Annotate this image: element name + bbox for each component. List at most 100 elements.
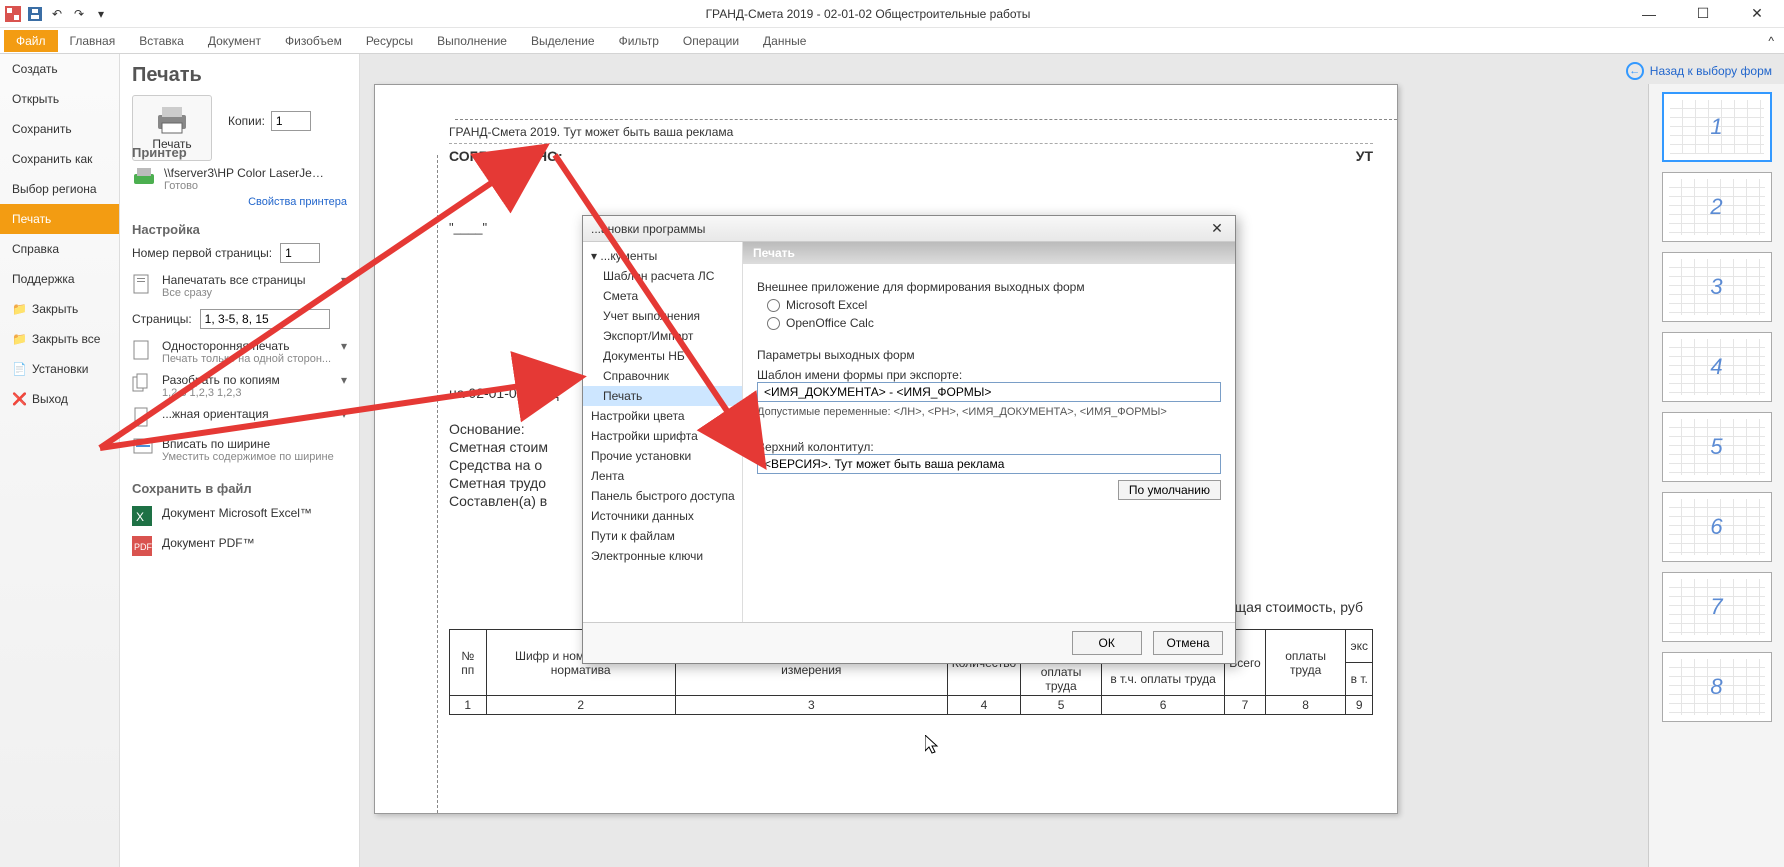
- svg-text:PDF: PDF: [134, 542, 153, 552]
- tree-ref[interactable]: Справочник: [583, 366, 742, 386]
- thumbnails-panel: 1 2 3 4 5 6 7 8: [1648, 84, 1784, 867]
- dialog-tree: ▾ ...кументы Шаблон расчета ЛС Смета Уче…: [583, 242, 743, 622]
- thumbnail-5[interactable]: 5: [1662, 412, 1772, 482]
- maximize-button[interactable]: ☐: [1680, 0, 1726, 28]
- ribbon-tab-execution[interactable]: Выполнение: [425, 30, 519, 52]
- ribbon-tab-operations[interactable]: Операции: [671, 30, 751, 52]
- dialog-footer: ОК Отмена: [583, 622, 1235, 663]
- collate-selector[interactable]: Разобрать по копиям1,2,3 1,2,3 1,2,3 ▾: [132, 369, 347, 403]
- nav-support[interactable]: Поддержка: [0, 264, 119, 294]
- nav-create[interactable]: Создать: [0, 54, 119, 84]
- thumbnail-3[interactable]: 3: [1662, 252, 1772, 322]
- ok-button[interactable]: ОК: [1072, 631, 1142, 655]
- nav-save[interactable]: Сохранить: [0, 114, 119, 144]
- ribbon-tab-filter[interactable]: Фильтр: [607, 30, 671, 52]
- header-input[interactable]: [757, 454, 1221, 474]
- tree-nb[interactable]: Документы НБ: [583, 346, 742, 366]
- fit-selector[interactable]: Вписать по ширинеУместить содержимое по …: [132, 433, 347, 467]
- first-page-row: Номер первой страницы:: [132, 243, 347, 263]
- nav-open[interactable]: Открыть: [0, 84, 119, 114]
- minimize-button[interactable]: —: [1626, 0, 1672, 28]
- pages-label: Страницы:: [132, 312, 192, 326]
- thumbnail-8[interactable]: 8: [1662, 652, 1772, 722]
- thumbnail-1[interactable]: 1: [1662, 92, 1772, 162]
- preview-back-row: ← Назад к выбору форм: [1626, 62, 1772, 80]
- orientation-selector[interactable]: ...жная ориентация ▾: [132, 403, 347, 433]
- dialog-close-button[interactable]: ✕: [1207, 220, 1227, 237]
- tree-template[interactable]: Шаблон расчета ЛС: [583, 266, 742, 286]
- radio-excel[interactable]: [767, 299, 780, 312]
- thumbnail-7[interactable]: 7: [1662, 572, 1772, 642]
- ribbon-tab-resources[interactable]: Ресурсы: [354, 30, 425, 52]
- ribbon-tab-selection[interactable]: Выделение: [519, 30, 607, 52]
- nav-settings[interactable]: 📄Установки: [0, 354, 119, 384]
- tree-qat[interactable]: Панель быстрого доступа: [583, 486, 742, 506]
- qat-dropdown-icon[interactable]: ▾: [92, 5, 110, 23]
- redo-icon[interactable]: ↷: [70, 5, 88, 23]
- copies-row: Копии:: [228, 111, 347, 131]
- header-label: Верхний колонтитул:: [757, 440, 1221, 454]
- tree-other[interactable]: Прочие установки: [583, 446, 742, 466]
- tree-paths[interactable]: Пути к файлам: [583, 526, 742, 546]
- printer-selector[interactable]: \\fserver3\HP Color LaserJet Pro ... Гот…: [132, 166, 347, 192]
- ribbon-tab-fiz[interactable]: Физобъем: [273, 30, 354, 52]
- pages-input[interactable]: [200, 309, 330, 329]
- fit-t1: Вписать по ширине: [162, 437, 334, 451]
- print-all-t1: Напечатать все страницы: [162, 273, 306, 287]
- orientation-icon: [132, 407, 154, 429]
- fit-t2: Уместить содержимое по ширине: [162, 451, 334, 463]
- tree-documents[interactable]: ▾ ...кументы: [583, 246, 742, 266]
- undo-icon[interactable]: ↶: [48, 5, 66, 23]
- default-button[interactable]: По умолчанию: [1118, 480, 1221, 500]
- tree-smeta[interactable]: Смета: [583, 286, 742, 306]
- thumbnail-4[interactable]: 4: [1662, 332, 1772, 402]
- nav-print[interactable]: Печать: [0, 204, 119, 234]
- template-input[interactable]: [757, 382, 1221, 402]
- tree-export[interactable]: Экспорт/Импорт: [583, 326, 742, 346]
- ribbon-tab-file[interactable]: Файл: [4, 30, 58, 52]
- copies-input[interactable]: [271, 111, 311, 131]
- ribbon-tab-document[interactable]: Документ: [196, 30, 273, 52]
- tree-fonts[interactable]: Настройки шрифта: [583, 426, 742, 446]
- tree-keys[interactable]: Электронные ключи: [583, 546, 742, 566]
- printer-properties-link[interactable]: Свойства принтера: [132, 196, 347, 208]
- nav-exit[interactable]: ❌Выход: [0, 384, 119, 414]
- save-excel-button[interactable]: X Документ Microsoft Excel™: [132, 502, 347, 532]
- orientation-t1: ...жная ориентация: [162, 407, 269, 421]
- tree-uchet[interactable]: Учет выполнения: [583, 306, 742, 326]
- print-all-pages-selector[interactable]: Напечатать все страницыВсе сразу ▾: [132, 269, 347, 303]
- back-arrow-icon[interactable]: ←: [1626, 62, 1644, 80]
- first-page-input[interactable]: [280, 243, 320, 263]
- duplex-selector[interactable]: Односторонняя печатьПечать только на одн…: [132, 335, 347, 369]
- pdf-icon: PDF: [132, 536, 154, 558]
- ribbon-tab-insert[interactable]: Вставка: [127, 30, 196, 52]
- nav-close[interactable]: 📁Закрыть: [0, 294, 119, 324]
- save-pdf-button[interactable]: PDF Документ PDF™: [132, 532, 347, 562]
- save-icon[interactable]: [26, 5, 44, 23]
- ribbon-tab-data[interactable]: Данные: [751, 30, 818, 52]
- nav-region[interactable]: Выбор региона: [0, 174, 119, 204]
- tree-colors[interactable]: Настройки цвета: [583, 406, 742, 426]
- back-link[interactable]: Назад к выбору форм: [1650, 64, 1772, 78]
- tree-sources[interactable]: Источники данных: [583, 506, 742, 526]
- qat-app-icon[interactable]: [4, 5, 22, 23]
- settings-section-heading: Настройка: [132, 222, 347, 237]
- ribbon-collapse-icon[interactable]: ^: [1768, 34, 1784, 48]
- ribbon-tab-home[interactable]: Главная: [58, 30, 128, 52]
- tree-print[interactable]: Печать: [583, 386, 742, 406]
- radio-excel-row[interactable]: Microsoft Excel: [767, 298, 1221, 312]
- chevron-down-icon: ▾: [341, 407, 347, 421]
- nav-saveas[interactable]: Сохранить как: [0, 144, 119, 174]
- nav-closeall[interactable]: 📁Закрыть все: [0, 324, 119, 354]
- cancel-button[interactable]: Отмена: [1153, 631, 1223, 655]
- folder-close-icon: 📁: [12, 302, 26, 316]
- radio-excel-label: Microsoft Excel: [786, 298, 867, 312]
- nav-help[interactable]: Справка: [0, 234, 119, 264]
- mouse-cursor-icon: [925, 735, 941, 755]
- tree-ribbon[interactable]: Лента: [583, 466, 742, 486]
- radio-oo-row[interactable]: OpenOffice Calc: [767, 316, 1221, 330]
- close-button[interactable]: ✕: [1734, 0, 1780, 28]
- radio-openoffice[interactable]: [767, 317, 780, 330]
- thumbnail-2[interactable]: 2: [1662, 172, 1772, 242]
- thumbnail-6[interactable]: 6: [1662, 492, 1772, 562]
